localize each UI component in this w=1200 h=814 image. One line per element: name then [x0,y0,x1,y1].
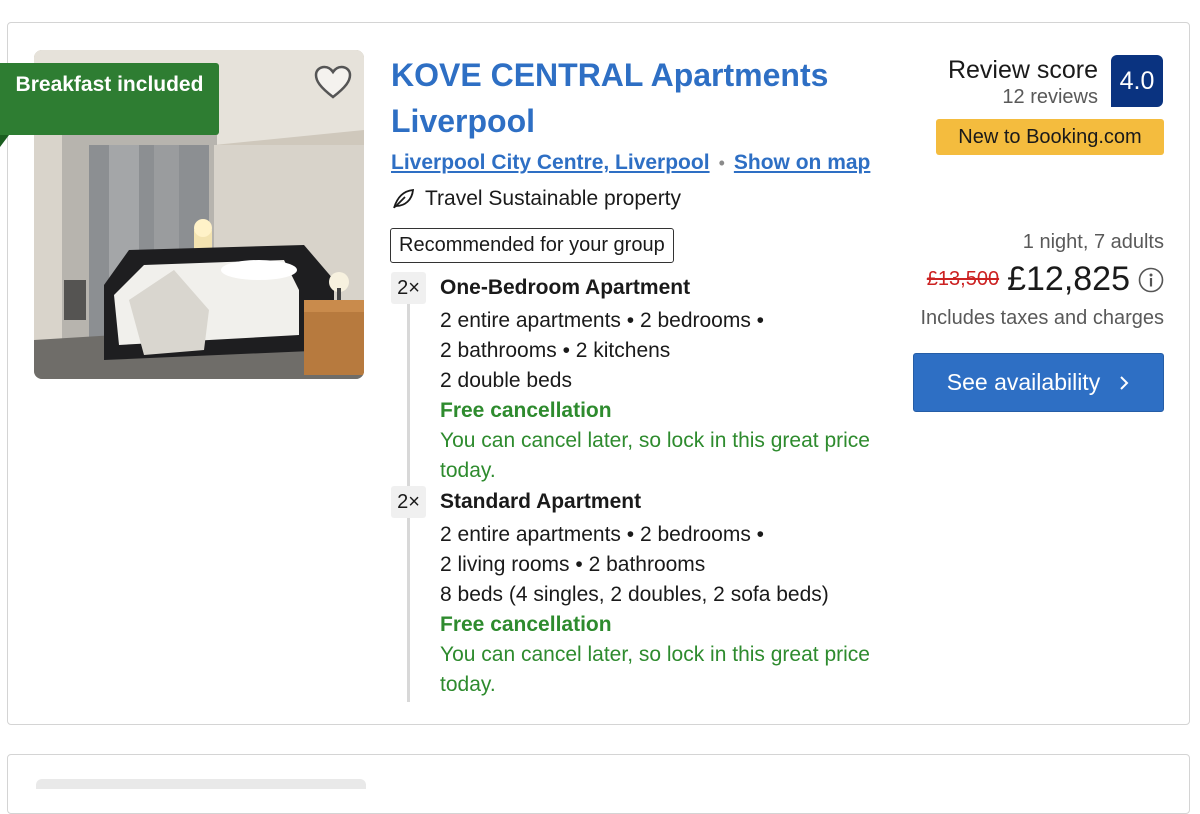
room-qty: 2× [391,272,426,304]
separator-dot: • [718,153,725,173]
room-block: One-Bedroom Apartment 2 entire apartment… [440,273,880,486]
leaf-icon [393,188,415,209]
room-name: Standard Apartment [440,490,642,513]
next-property-card [7,754,1190,814]
see-availability-button[interactable]: See availability [913,353,1164,412]
price-line: £13,500 £12,825 [927,260,1164,299]
new-to-booking-badge: New to Booking.com [936,119,1164,155]
free-cancellation: Free cancellation [440,613,612,636]
free-cancellation: Free cancellation [440,399,612,422]
review-score-badge[interactable]: 4.0 [1111,55,1163,107]
taxes-note: Includes taxes and charges [920,307,1165,329]
room-detail-line: 2 bathrooms • 2 kitchens [440,339,671,362]
original-price: £13,500 [926,268,1000,290]
room-qty: 2× [391,486,426,518]
sustainable-text: Travel Sustainable property [425,187,682,210]
heart-icon [314,65,352,99]
room-details: 2 entire apartments • 2 bedrooms • 2 liv… [440,520,880,610]
info-icon[interactable] [1138,267,1164,293]
favorite-button[interactable] [313,62,353,102]
cta-label: See availability [946,369,1101,395]
breakfast-badge: Breakfast included [0,63,219,135]
cancellation-note: You can cancel later, so lock in this gr… [440,429,870,482]
chevron-right-icon [1120,375,1129,390]
show-on-map-link[interactable]: Show on map [734,151,871,174]
room-details: 2 entire apartments • 2 bedrooms • 2 bat… [440,306,880,396]
cancellation-note: You can cancel later, so lock in this gr… [440,643,870,696]
room-name: One-Bedroom Apartment [440,276,691,299]
room-detail-line: 2 entire apartments • 2 bedrooms • [440,309,765,332]
room-block: Standard Apartment 2 entire apartments •… [440,487,880,700]
property-title[interactable]: KOVE CENTRAL Apartments Liverpool [391,52,861,144]
next-property-photo [36,779,366,789]
recommended-tag: Recommended for your group [390,228,674,263]
room-detail-line: 8 beds (4 singles, 2 doubles, 2 sofa bed… [440,583,829,606]
review-count[interactable]: 12 reviews [1002,84,1098,110]
stay-summary: 1 night, 7 adults [1022,231,1164,253]
location-link[interactable]: Liverpool City Centre, Liverpool [391,151,710,174]
sustainable-label: Travel Sustainable property [391,184,681,214]
room-detail-line: 2 double beds [440,369,572,392]
review-score-label[interactable]: Review score [948,55,1098,85]
current-price: £12,825 [1007,260,1130,298]
room-detail-line: 2 living rooms • 2 bathrooms [440,553,706,576]
badge-fold [0,135,9,147]
room-detail-line: 2 entire apartments • 2 bedrooms • [440,523,765,546]
location-line: Liverpool City Centre, Liverpool • Show on… [391,148,870,178]
